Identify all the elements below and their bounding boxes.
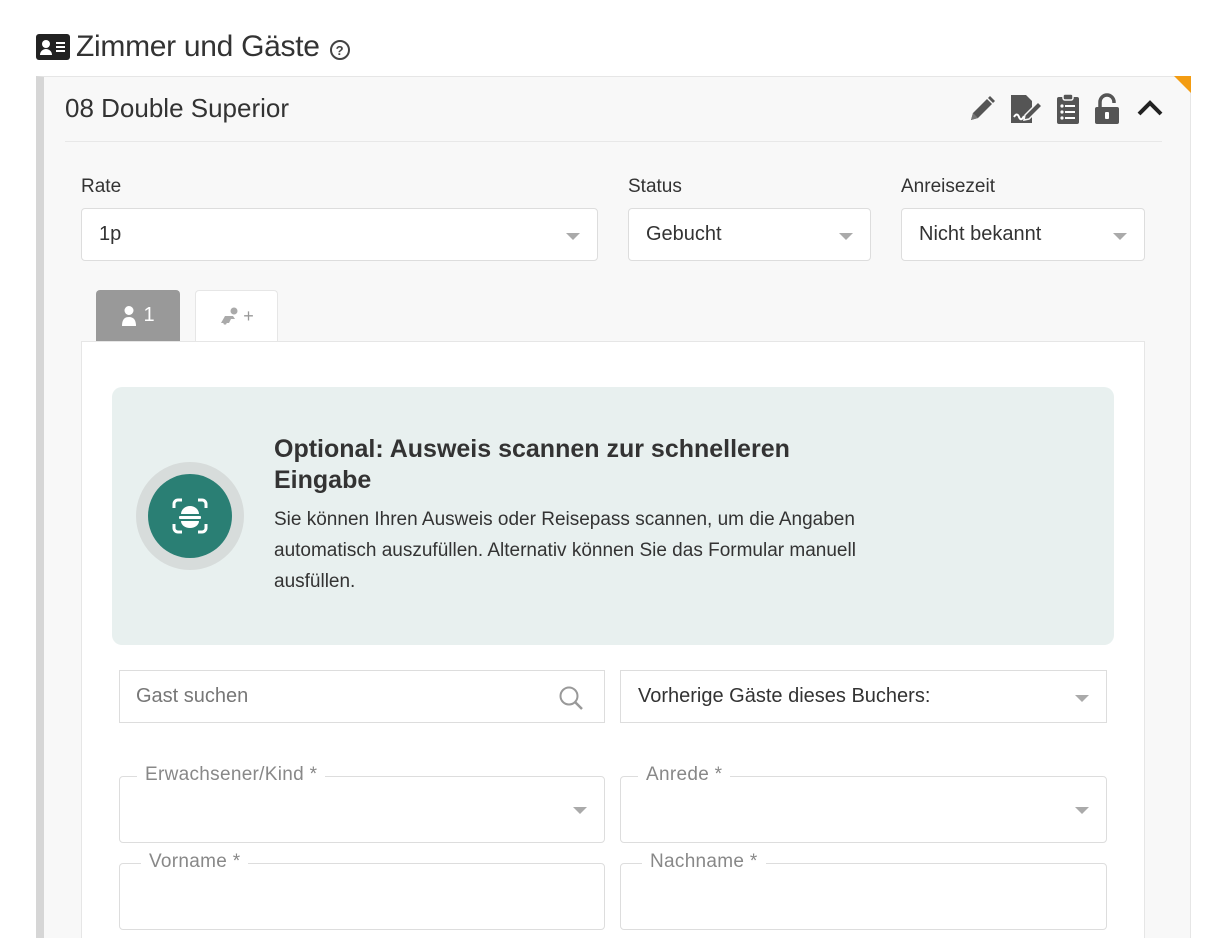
status-corner-flag bbox=[1174, 76, 1191, 93]
rate-select[interactable]: 1p bbox=[81, 208, 598, 261]
guest-tab-panel: Optional: Ausweis scannen zur schnellere… bbox=[81, 341, 1145, 938]
scan-description: Sie können Ihren Ausweis oder Reisepass … bbox=[274, 509, 856, 592]
rate-label: Rate bbox=[81, 176, 122, 197]
chevron-down-icon bbox=[573, 807, 587, 814]
collapse-chevron-up-icon[interactable] bbox=[1134, 93, 1166, 125]
lastname-label: Nachname * bbox=[642, 851, 766, 873]
add-child-icon bbox=[221, 307, 238, 325]
section-header: Zimmer und Gäste ? bbox=[36, 28, 350, 66]
clipboard-list-icon[interactable] bbox=[1054, 93, 1082, 125]
header-divider bbox=[65, 141, 1162, 142]
scan-button[interactable] bbox=[148, 474, 232, 558]
room-title: 08 Double Superior bbox=[65, 93, 290, 123]
edit-pencil-icon[interactable] bbox=[966, 93, 998, 125]
search-icon[interactable] bbox=[558, 685, 584, 711]
section-title: Zimmer und Gäste bbox=[76, 30, 320, 63]
previous-guests-select[interactable]: Vorherige Gäste dieses Buchers: bbox=[620, 670, 1107, 723]
help-icon[interactable]: ? bbox=[329, 40, 350, 60]
user-icon bbox=[122, 305, 137, 326]
chevron-down-icon bbox=[566, 233, 580, 240]
status-label: Status bbox=[628, 176, 682, 197]
firstname-input[interactable]: Vorname * bbox=[119, 851, 605, 930]
adult-child-label: Erwachsener/Kind * bbox=[137, 764, 326, 786]
arrival-select[interactable]: Nicht bekannt bbox=[901, 208, 1145, 261]
chevron-down-icon bbox=[1075, 695, 1089, 702]
scan-button-ring bbox=[136, 462, 244, 570]
previous-guests-value: Vorherige Gäste dieses Buchers: bbox=[638, 685, 931, 707]
firstname-label: Vorname * bbox=[141, 851, 249, 873]
status-value: Gebucht bbox=[646, 223, 722, 245]
chevron-down-icon bbox=[1113, 233, 1127, 240]
id-scan-banner[interactable]: Optional: Ausweis scannen zur schnellere… bbox=[112, 387, 1114, 645]
tab-guest-count: 1 bbox=[143, 304, 155, 326]
chevron-down-icon bbox=[1075, 807, 1089, 814]
salutation-label: Anrede * bbox=[638, 764, 731, 786]
scan-id-icon bbox=[172, 498, 208, 534]
lastname-input[interactable]: Nachname * bbox=[620, 851, 1107, 930]
room-card: 08 Double Superior Rate 1p Status Gebuch… bbox=[36, 76, 1191, 938]
adult-child-select[interactable]: Erwachsener/Kind * bbox=[119, 764, 605, 843]
status-select[interactable]: Gebucht bbox=[628, 208, 871, 261]
chevron-down-icon bbox=[839, 233, 853, 240]
guest-search-placeholder: Gast suchen bbox=[136, 685, 249, 707]
rate-value: 1p bbox=[99, 223, 122, 245]
unlock-icon[interactable] bbox=[1092, 93, 1124, 125]
tab-add-guest[interactable]: + bbox=[195, 290, 278, 341]
arrival-label: Anreisezeit bbox=[901, 176, 995, 197]
guest-search-input[interactable]: Gast suchen bbox=[119, 670, 605, 723]
sign-document-icon[interactable] bbox=[1008, 93, 1044, 125]
tab-guest-1[interactable]: 1 bbox=[96, 290, 180, 341]
arrival-value: Nicht bekannt bbox=[919, 223, 1042, 245]
room-actions bbox=[966, 93, 1166, 125]
scan-title: Optional: Ausweis scannen zur schnellere… bbox=[274, 435, 790, 494]
salutation-select[interactable]: Anrede * bbox=[620, 764, 1107, 843]
id-card-icon bbox=[36, 34, 70, 60]
add-symbol: + bbox=[243, 305, 254, 326]
